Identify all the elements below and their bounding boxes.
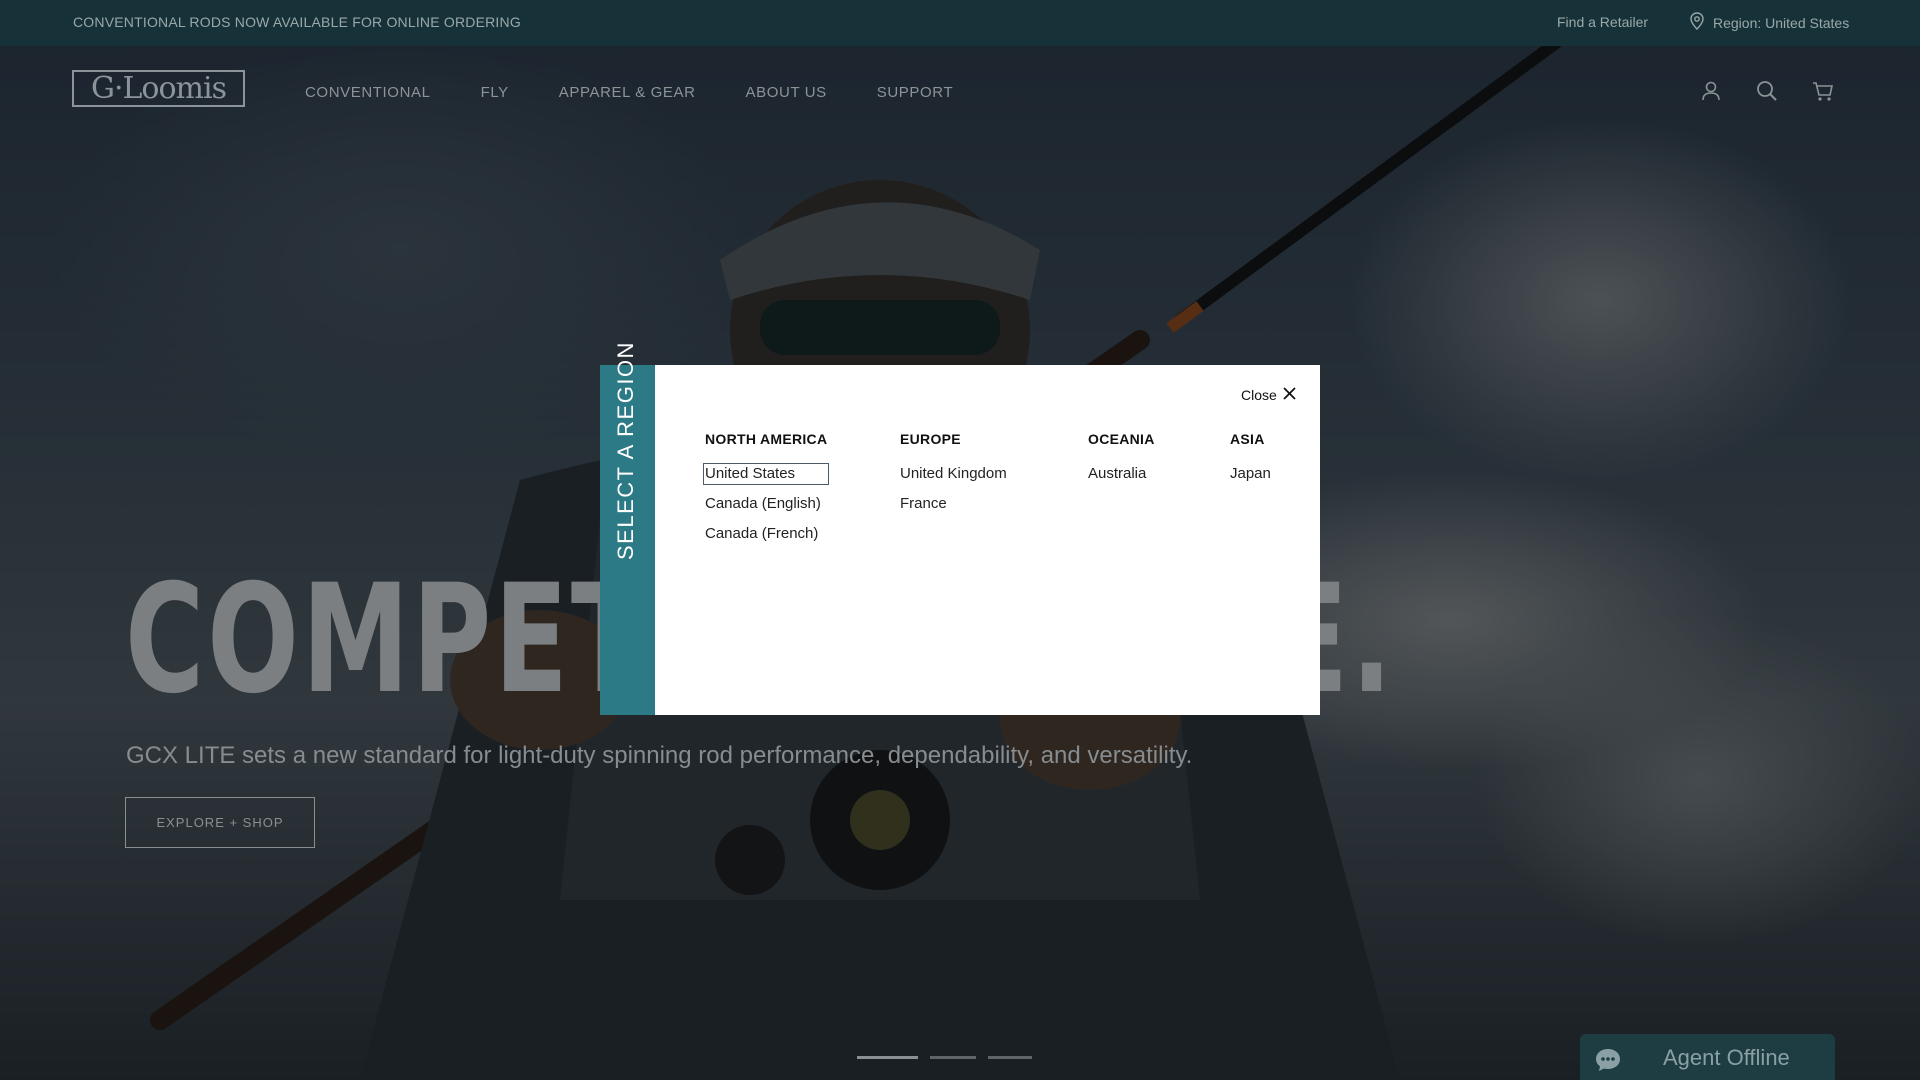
- column-title: NORTH AMERICA: [705, 431, 828, 447]
- modal-title: SELECT A REGION: [613, 341, 638, 560]
- account-icon[interactable]: [1700, 80, 1722, 107]
- column-title: OCEANIA: [1088, 431, 1155, 447]
- region-option-canada-english[interactable]: Canada (English): [705, 495, 827, 513]
- cart-icon[interactable]: [1812, 80, 1834, 107]
- gloomis-logo[interactable]: G·Loomis: [72, 70, 245, 107]
- region-option-australia[interactable]: Australia: [1088, 465, 1155, 483]
- column-title: ASIA: [1230, 431, 1265, 447]
- chat-widget[interactable]: Agent Offline: [1580, 1034, 1835, 1080]
- logo-text: G·Loomis: [91, 70, 227, 106]
- carousel-indicators: [857, 1056, 1032, 1059]
- column-title: EUROPE: [900, 431, 961, 447]
- region-option-france[interactable]: France: [900, 495, 1007, 513]
- nav-item-support[interactable]: SUPPORT: [877, 84, 953, 101]
- close-label: Close: [1241, 387, 1277, 403]
- modal-body: Close NORTH AMERICA United States Canada…: [655, 365, 1320, 715]
- region-option-united-kingdom[interactable]: United Kingdom: [900, 465, 1007, 483]
- nav-item-conventional[interactable]: CONVENTIONAL: [305, 84, 431, 101]
- close-icon: [1283, 387, 1296, 403]
- region-option-united-states[interactable]: United States: [702, 463, 830, 485]
- region-option-japan[interactable]: Japan: [1230, 465, 1271, 483]
- region-option-canada-french[interactable]: Canada (French): [705, 525, 827, 543]
- region-column-oceania: OCEANIA Australia: [1088, 431, 1155, 495]
- chat-status-label: Agent Offline: [1663, 1045, 1790, 1070]
- location-pin-icon: [1689, 12, 1705, 33]
- region-select-modal: SELECT A REGION Close NORTH AMERICA Unit…: [600, 341, 1320, 715]
- nav-item-about-us[interactable]: ABOUT US: [746, 84, 827, 101]
- region-selector-link[interactable]: Region: United States: [1689, 12, 1849, 33]
- announcement-text: CONVENTIONAL RODS NOW AVAILABLE FOR ONLI…: [73, 14, 521, 30]
- close-button[interactable]: Close: [1241, 387, 1296, 403]
- modal-side-panel: SELECT A REGION: [600, 341, 655, 715]
- search-icon[interactable]: [1756, 80, 1778, 107]
- carousel-dot-1[interactable]: [857, 1056, 918, 1059]
- region-column-asia: ASIA Japan: [1230, 431, 1271, 495]
- region-column-north-america: NORTH AMERICA United States Canada (Engl…: [702, 431, 830, 555]
- carousel-dot-2[interactable]: [930, 1056, 976, 1059]
- hero-subhead: GCX LITE sets a new standard for light-d…: [126, 742, 1193, 769]
- region-column-europe: EUROPE United Kingdom France: [900, 431, 1007, 525]
- find-retailer-link[interactable]: Find a Retailer: [1557, 14, 1648, 30]
- carousel-dot-3[interactable]: [988, 1056, 1032, 1059]
- nav-item-fly[interactable]: FLY: [481, 84, 509, 101]
- explore-shop-button[interactable]: EXPLORE + SHOP: [125, 797, 315, 848]
- header-icons: [1700, 80, 1834, 107]
- site-header: G·Loomis CONVENTIONAL FLY APPAREL & GEAR…: [0, 46, 1920, 140]
- nav-item-apparel-gear[interactable]: APPAREL & GEAR: [559, 84, 696, 101]
- announcement-bar: CONVENTIONAL RODS NOW AVAILABLE FOR ONLI…: [0, 0, 1920, 46]
- main-nav: CONVENTIONAL FLY APPAREL & GEAR ABOUT US…: [305, 84, 1003, 101]
- region-label: Region: United States: [1713, 14, 1850, 31]
